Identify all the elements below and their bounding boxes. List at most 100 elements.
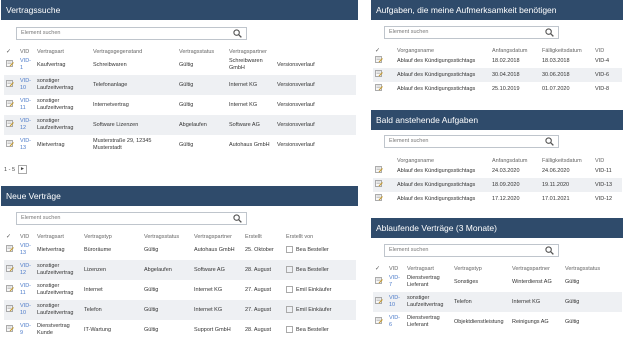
table-row[interactable]: Ablauf des Kündigungsstichtags 25.10.201…: [373, 82, 622, 96]
table-row[interactable]: VID-12 sonstiger Laufzeitvertrag Softwar…: [4, 115, 356, 135]
col-header-vid[interactable]: VID: [18, 46, 35, 55]
search-icon[interactable]: [545, 137, 554, 146]
col-header-vertragsstatus[interactable]: Vertragsstatus: [177, 46, 227, 55]
vid-link[interactable]: VID-10: [387, 292, 405, 312]
table-row[interactable]: Ablauf des Kündigungsstichtags 18.09.202…: [373, 178, 622, 192]
document-edit-icon[interactable]: [375, 180, 383, 187]
table-row[interactable]: VID-7 Dienstvertrag Lieferant Sonstiges …: [373, 272, 622, 292]
table-row[interactable]: VID-12 sonstiger Laufzeitvertrag Lizenze…: [4, 260, 356, 280]
document-edit-icon[interactable]: [375, 84, 383, 91]
col-header-vertragstyp[interactable]: Vertragstyp: [452, 263, 510, 272]
col-header-faelligkeitsdatum[interactable]: Fälligkeitsdatum: [540, 155, 593, 164]
vid-link[interactable]: VID-11: [18, 95, 35, 115]
vid-link[interactable]: VID-10: [18, 75, 35, 95]
search-input[interactable]: Element suchen: [384, 26, 559, 39]
vid-link[interactable]: VID-1: [18, 55, 35, 75]
user-checkbox[interactable]: [286, 306, 293, 314]
document-edit-icon[interactable]: [6, 245, 14, 252]
version-history-link[interactable]: Versionsverlauf: [275, 115, 356, 135]
table-row[interactable]: Ablauf des Kündigungsstichtags 24.03.202…: [373, 164, 622, 178]
version-history-link[interactable]: Versionsverlauf: [275, 95, 356, 115]
user-checkbox[interactable]: [286, 246, 293, 254]
vid-link[interactable]: VID-11: [18, 280, 35, 300]
select-all-checkmark[interactable]: ✓: [373, 263, 387, 272]
search-input[interactable]: Element suchen: [384, 135, 559, 148]
document-edit-icon[interactable]: [375, 70, 383, 77]
vid-link[interactable]: VID-13: [18, 135, 35, 155]
document-edit-icon[interactable]: [375, 297, 383, 304]
select-all-checkmark[interactable]: ✓: [373, 45, 387, 54]
col-header-vid[interactable]: VID: [593, 45, 622, 54]
search-input[interactable]: Element suchen: [384, 244, 559, 257]
table-row[interactable]: VID-10 sonstiger Laufzeitvertrag Telefon…: [373, 292, 622, 312]
document-edit-icon[interactable]: [6, 80, 14, 87]
document-edit-icon[interactable]: [6, 140, 14, 147]
table-row[interactable]: VID-10 sonstiger Laufzeitvertrag Telefon…: [4, 75, 356, 95]
table-row[interactable]: VID-10 sonstiger Laufzeitvertrag Telefon…: [4, 300, 356, 320]
col-header-faelligkeitsdatum[interactable]: Fälligkeitsdatum: [540, 45, 593, 54]
table-row[interactable]: VID-13 Mietvertrag Musterstraße 29, 1234…: [4, 135, 356, 155]
col-header-erstellt[interactable]: Erstellt: [243, 231, 284, 240]
vid-link[interactable]: VID-7: [387, 272, 405, 292]
col-header-vertragsart[interactable]: Vertragsart: [35, 231, 82, 240]
vid-link[interactable]: VID-6: [387, 312, 405, 332]
user-checkbox[interactable]: [286, 326, 293, 334]
vid-link[interactable]: VID-9: [18, 320, 35, 340]
table-row[interactable]: VID-9 Dienstvertrag Kunde IT-Wartung Gül…: [4, 320, 356, 340]
document-edit-icon[interactable]: [6, 265, 14, 272]
document-edit-icon[interactable]: [6, 100, 14, 107]
col-header-vorgangsname[interactable]: Vorgangsname: [395, 155, 490, 164]
vid-link[interactable]: VID-13: [18, 240, 35, 260]
table-row[interactable]: Ablauf des Kündigungsstichtags 17.12.202…: [373, 192, 622, 206]
table-row[interactable]: Ablauf des Kündigungsstichtags 18.02.201…: [373, 54, 622, 68]
search-icon[interactable]: [233, 214, 242, 223]
search-icon[interactable]: [233, 29, 242, 38]
table-row[interactable]: VID-11 sonstiger Laufzeitvertrag Interne…: [4, 280, 356, 300]
document-edit-icon[interactable]: [375, 166, 383, 173]
col-header-vertragsstatus[interactable]: Vertragsstatus: [142, 231, 192, 240]
table-row[interactable]: VID-6 Dienstvertrag Lieferant Objektdien…: [373, 312, 622, 332]
col-header-vertragsart[interactable]: Vertragsart: [405, 263, 452, 272]
select-all-checkmark[interactable]: ✓: [4, 46, 18, 55]
col-header-vid[interactable]: VID: [18, 231, 35, 240]
document-edit-icon[interactable]: [6, 305, 14, 312]
vid-link[interactable]: VID-10: [18, 300, 35, 320]
document-edit-icon[interactable]: [375, 317, 383, 324]
document-edit-icon[interactable]: [375, 194, 383, 201]
col-header-vid[interactable]: VID: [593, 155, 622, 164]
select-all-checkmark[interactable]: ✓: [4, 231, 18, 240]
search-input[interactable]: Element suchen: [16, 212, 247, 225]
document-edit-icon[interactable]: [375, 277, 383, 284]
col-header-vertragspartner[interactable]: Vertragspartner: [510, 263, 563, 272]
col-header-vertragstyp[interactable]: Vertragstyp: [82, 231, 142, 240]
document-edit-icon[interactable]: [375, 56, 383, 63]
table-row[interactable]: VID-1 Kaufvertrag Schreibwaren Gültig Sc…: [4, 55, 356, 75]
version-history-link[interactable]: Versionsverlauf: [275, 75, 356, 95]
vid-link[interactable]: VID-12: [18, 115, 35, 135]
table-row[interactable]: Ablauf des Kündigungsstichtags 30.04.201…: [373, 68, 622, 82]
col-header-erstellt-von[interactable]: Erstellt von: [284, 231, 356, 240]
col-header-anfangsdatum[interactable]: Anfangsdatum: [490, 155, 540, 164]
col-header-vid[interactable]: VID: [387, 263, 405, 272]
search-input[interactable]: Element suchen: [16, 27, 247, 40]
col-header-anfangsdatum[interactable]: Anfangsdatum: [490, 45, 540, 54]
col-header-vertragsstatus[interactable]: Vertragsstatus: [563, 263, 622, 272]
col-header-vertragsgegenstand[interactable]: Vertragsgegenstand: [91, 46, 177, 55]
search-icon[interactable]: [545, 246, 554, 255]
table-row[interactable]: VID-11 sonstiger Laufzeitvertrag Interne…: [4, 95, 356, 115]
col-header-vertragsart[interactable]: Vertragsart: [35, 46, 91, 55]
col-header-vorgangsname[interactable]: Vorgangsname: [395, 45, 490, 54]
version-history-link[interactable]: Versionsverlauf: [275, 55, 356, 75]
table-row[interactable]: VID-13 Mietvertrag Büroräume Gültig Auto…: [4, 240, 356, 260]
document-edit-icon[interactable]: [6, 325, 14, 332]
document-edit-icon[interactable]: [6, 60, 14, 67]
user-checkbox[interactable]: [286, 266, 293, 274]
vid-link[interactable]: VID-12: [18, 260, 35, 280]
col-header-vertragspartner[interactable]: Vertragspartner: [227, 46, 275, 55]
document-edit-icon[interactable]: [6, 120, 14, 127]
version-history-link[interactable]: Versionsverlauf: [275, 135, 356, 155]
next-page-button[interactable]: ►: [18, 165, 28, 174]
search-icon[interactable]: [545, 28, 554, 37]
user-checkbox[interactable]: [286, 286, 293, 294]
col-header-vertragspartner[interactable]: Vertragspartner: [192, 231, 243, 240]
